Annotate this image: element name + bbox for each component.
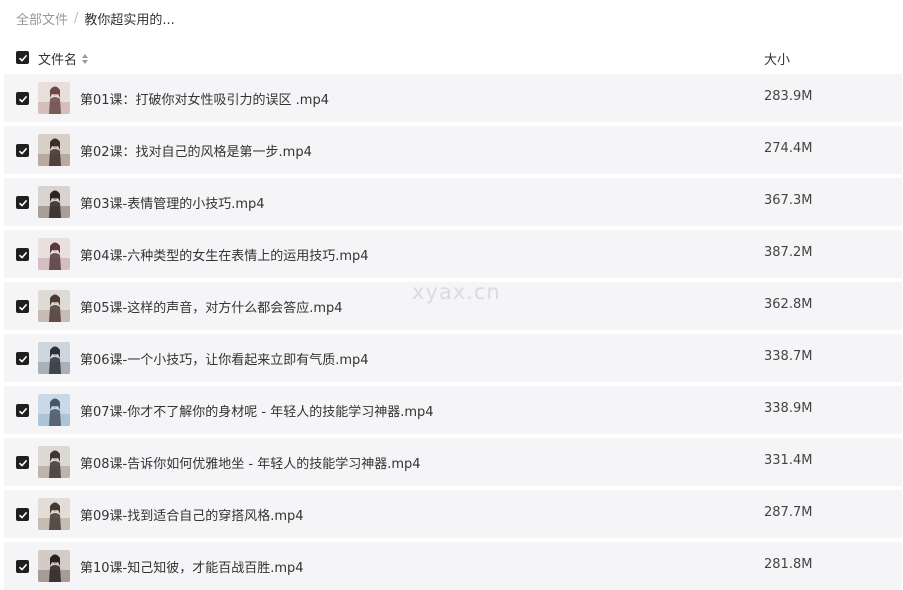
breadcrumb-separator: / (74, 10, 79, 26)
checkmark-icon (18, 355, 27, 363)
file-name[interactable]: 第10课-知己知彼，才能百战百胜.mp4 (80, 557, 304, 576)
file-size: 367.3M (764, 193, 813, 208)
video-thumbnail[interactable] (38, 394, 70, 426)
video-thumbnail[interactable] (38, 134, 70, 166)
file-size: 274.4M (764, 141, 813, 156)
file-size: 331.4M (764, 453, 813, 468)
video-thumbnail[interactable] (38, 82, 70, 114)
file-name[interactable]: 第07课-你才不了解你的身材呢 - 年轻人的技能学习神器.mp4 (80, 401, 434, 420)
file-row[interactable]: 第01课：打破你对女性吸引力的误区 .mp4 283.9M (4, 74, 902, 122)
checkmark-icon (18, 54, 27, 62)
file-row[interactable]: 第06课-一个小技巧，让你看起来立即有气质.mp4 338.7M (4, 334, 902, 382)
video-thumbnail[interactable] (38, 342, 70, 374)
video-thumbnail[interactable] (38, 446, 70, 478)
file-size: 283.9M (764, 89, 813, 104)
file-name[interactable]: 第01课：打破你对女性吸引力的误区 .mp4 (80, 89, 329, 108)
video-thumbnail[interactable] (38, 290, 70, 322)
checkmark-icon (18, 303, 27, 311)
watermark: xyax.cn (412, 280, 501, 304)
breadcrumb-root[interactable]: 全部文件 (16, 9, 68, 28)
checkmark-icon (18, 147, 27, 155)
column-header-size[interactable]: 大小 (764, 49, 790, 68)
video-thumbnail[interactable] (38, 238, 70, 270)
file-row[interactable]: 第04课-六种类型的女生在表情上的运用技巧.mp4 387.2M (4, 230, 902, 278)
file-row[interactable]: 第02课：找对自己的风格是第一步.mp4 274.4M (4, 126, 902, 174)
checkmark-icon (18, 407, 27, 415)
checkmark-icon (18, 95, 27, 103)
file-size: 362.8M (764, 297, 813, 312)
breadcrumb: 全部文件 / 教你超实用的... (16, 8, 175, 28)
checkmark-icon (18, 199, 27, 207)
file-size: 281.8M (764, 557, 813, 572)
file-row[interactable]: 第10课-知己知彼，才能百战百胜.mp4 281.8M (4, 542, 902, 590)
file-row-checkbox[interactable] (16, 248, 29, 261)
checkmark-icon (18, 251, 27, 259)
file-name[interactable]: 第04课-六种类型的女生在表情上的运用技巧.mp4 (80, 245, 369, 264)
file-size: 338.9M (764, 401, 813, 416)
file-name[interactable]: 第06课-一个小技巧，让你看起来立即有气质.mp4 (80, 349, 369, 368)
file-row-checkbox[interactable] (16, 196, 29, 209)
file-row[interactable]: 第07课-你才不了解你的身材呢 - 年轻人的技能学习神器.mp4 338.9M (4, 386, 902, 434)
file-row-checkbox[interactable] (16, 560, 29, 573)
checkmark-icon (18, 459, 27, 467)
file-row-checkbox[interactable] (16, 144, 29, 157)
checkmark-icon (18, 511, 27, 519)
checkmark-icon (18, 563, 27, 571)
file-row[interactable]: 第08课-告诉你如何优雅地坐 - 年轻人的技能学习神器.mp4 331.4M (4, 438, 902, 486)
column-header-name-label: 文件名 (38, 53, 78, 68)
file-name[interactable]: 第03课-表情管理的小技巧.mp4 (80, 193, 265, 212)
select-all-checkbox[interactable] (16, 51, 29, 64)
video-thumbnail[interactable] (38, 498, 70, 530)
file-name[interactable]: 第09课-找到适合自己的穿搭风格.mp4 (80, 505, 304, 524)
file-name[interactable]: 第02课：找对自己的风格是第一步.mp4 (80, 141, 312, 160)
file-row[interactable]: 第03课-表情管理的小技巧.mp4 367.3M (4, 178, 902, 226)
file-row-checkbox[interactable] (16, 300, 29, 313)
file-row-checkbox[interactable] (16, 92, 29, 105)
column-header-name[interactable]: 文件名 (38, 49, 89, 68)
file-row-checkbox[interactable] (16, 456, 29, 469)
file-row-checkbox[interactable] (16, 508, 29, 521)
video-thumbnail[interactable] (38, 186, 70, 218)
sort-icon[interactable] (81, 53, 89, 65)
file-row-checkbox[interactable] (16, 352, 29, 365)
file-row[interactable]: 第09课-找到适合自己的穿搭风格.mp4 287.7M (4, 490, 902, 538)
video-thumbnail[interactable] (38, 550, 70, 582)
file-size: 387.2M (764, 245, 813, 260)
breadcrumb-current: 教你超实用的... (84, 12, 175, 28)
file-row-checkbox[interactable] (16, 404, 29, 417)
file-name[interactable]: 第05课-这样的声音，对方什么都会答应.mp4 (80, 297, 343, 316)
file-list-header: 文件名 大小 (0, 46, 903, 70)
file-size: 338.7M (764, 349, 813, 364)
file-size: 287.7M (764, 505, 813, 520)
file-name[interactable]: 第08课-告诉你如何优雅地坐 - 年轻人的技能学习神器.mp4 (80, 453, 421, 472)
